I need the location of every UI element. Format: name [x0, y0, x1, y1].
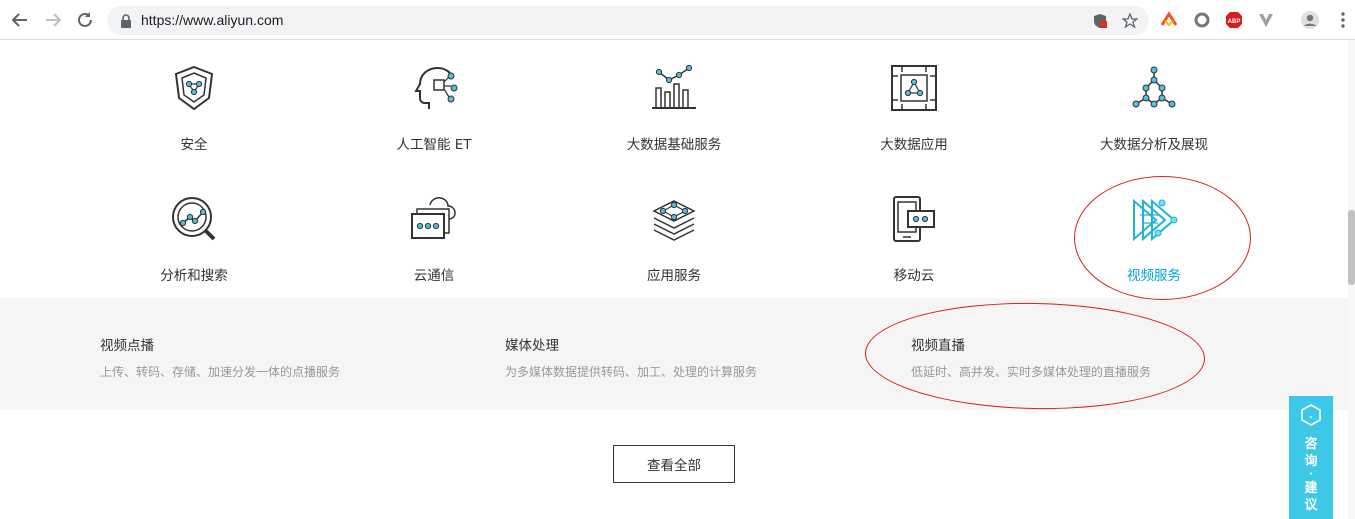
profile-avatar-icon[interactable]	[1300, 10, 1320, 30]
scrollbar-thumb[interactable]	[1348, 210, 1355, 285]
url-text: https://www.aliyun.com	[141, 12, 284, 28]
forward-button[interactable]	[41, 8, 65, 32]
svg-text:ABP: ABP	[1228, 19, 1241, 25]
reload-icon	[78, 12, 92, 27]
hex-network-icon	[1132, 66, 1176, 108]
product-ai-et[interactable]: 人工智能 ET	[314, 48, 554, 168]
consult-char: 询	[1304, 454, 1318, 469]
product-bigdata-base[interactable]: 大数据基础服务	[554, 48, 794, 168]
product-label: 大数据基础服务	[626, 137, 722, 153]
subproduct-vod[interactable]: 视频点播 上传、转码、存储、加速分发一体的点播服务	[100, 334, 340, 380]
product-label: 人工智能 ET	[396, 137, 472, 153]
extension-circle-icon[interactable]	[1192, 10, 1212, 30]
arrow-left-icon	[11, 13, 27, 27]
view-all-button[interactable]: 查看全部	[613, 445, 735, 483]
product-app-service[interactable]: 应用服务	[554, 179, 794, 299]
product-cloud-comm[interactable]: 云通信	[314, 179, 554, 299]
subproduct-title: 媒体处理	[505, 338, 559, 354]
consult-feedback-tab[interactable]: 咨 询 · 建 议	[1289, 396, 1333, 519]
subproduct-desc: 低延时、高并发、实时多媒体处理的直播服务	[911, 365, 1152, 379]
product-security[interactable]: 安全	[74, 48, 314, 168]
consult-char: 议	[1304, 498, 1318, 513]
reload-button[interactable]	[73, 8, 97, 32]
extension-orange-icon[interactable]	[1159, 10, 1179, 30]
subproduct-desc: 上传、转码、存储、加速分发一体的点播服务	[100, 365, 341, 379]
cloud-message-icon	[411, 197, 456, 239]
hexagon-chat-icon	[1301, 404, 1321, 426]
browser-toolbar: https://www.aliyun.com ABP	[0, 0, 1355, 40]
adblock-icon[interactable]: ABP	[1224, 10, 1244, 30]
shield-icon	[174, 65, 214, 111]
consult-label: 咨 询 · 建 议	[1289, 436, 1333, 514]
extension-v-icon[interactable]	[1256, 10, 1276, 30]
subproduct-desc: 为多媒体数据提供转码、加工、处理的计算服务	[505, 365, 758, 379]
address-bar[interactable]: https://www.aliyun.com	[107, 6, 1149, 35]
product-video-service[interactable]: 视频服务	[1034, 179, 1274, 299]
consult-char: 建	[1304, 481, 1318, 496]
bookmark-star-icon[interactable]	[1121, 12, 1139, 30]
menu-kebab-icon[interactable]	[1333, 10, 1353, 30]
product-analysis-search[interactable]: 分析和搜索	[74, 179, 314, 299]
product-label: 大数据分析及展现	[1100, 137, 1208, 153]
product-label: 安全	[180, 137, 208, 153]
page-scrollbar[interactable]	[1348, 40, 1355, 519]
subproduct-title: 视频点播	[100, 338, 154, 354]
product-label: 移动云	[893, 268, 935, 284]
layers-icon	[652, 200, 696, 241]
product-bigdata-analysis[interactable]: 大数据分析及展现	[1034, 48, 1274, 168]
subproduct-title: 视频直播	[911, 338, 965, 354]
subproduct-live[interactable]: 视频直播 低延时、高并发、实时多媒体处理的直播服务	[911, 334, 1151, 380]
bar-chart-icon	[652, 64, 696, 109]
video-play-icon	[1133, 198, 1178, 242]
consult-separator: ·	[1309, 469, 1313, 480]
back-button[interactable]	[8, 8, 32, 32]
product-label: 应用服务	[647, 268, 701, 284]
video-subproducts-panel: 视频点播 上传、转码、存储、加速分发一体的点播服务 媒体处理 为多媒体数据提供转…	[0, 298, 1348, 410]
magnifier-chart-icon	[172, 197, 216, 241]
frame-network-icon	[891, 65, 937, 111]
blocked-content-icon[interactable]	[1091, 12, 1109, 30]
ai-head-icon	[414, 67, 458, 109]
product-mobile-cloud[interactable]: 移动云	[794, 179, 1034, 299]
lock-icon[interactable]	[117, 12, 135, 30]
consult-char: 咨	[1304, 437, 1318, 452]
product-label: 大数据应用	[880, 137, 948, 153]
mobile-device-icon	[893, 196, 935, 242]
product-label: 视频服务	[1127, 268, 1181, 284]
product-label: 分析和搜索	[160, 268, 228, 284]
product-label: 云通信	[413, 268, 455, 284]
product-bigdata-app[interactable]: 大数据应用	[794, 48, 1034, 168]
subproduct-media-processing[interactable]: 媒体处理 为多媒体数据提供转码、加工、处理的计算服务	[505, 334, 757, 380]
arrow-right-icon	[46, 13, 62, 27]
